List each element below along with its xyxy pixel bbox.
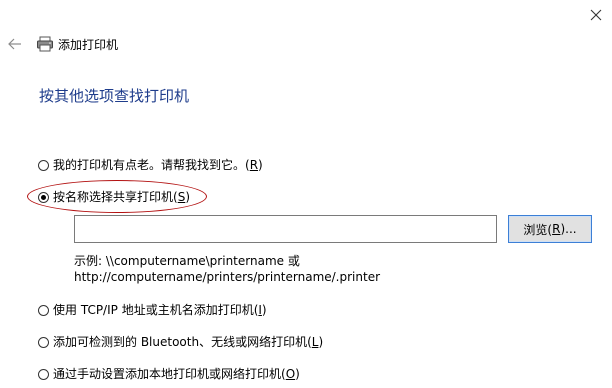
page-heading: 按其他选项查找打印机: [39, 87, 190, 105]
radio-manual-local[interactable]: [38, 368, 49, 380]
option-manual-local-label: 通过手动设置添加本地打印机或网络打印机(O): [53, 367, 300, 381]
browse-button[interactable]: 浏览(R)...: [508, 215, 592, 243]
option-shared-printer-by-name[interactable]: 按名称选择共享打印机(S): [38, 189, 190, 205]
radio-bluetooth-wireless[interactable]: [38, 336, 49, 348]
radio-tcpip[interactable]: [38, 304, 49, 316]
option-old-printer[interactable]: 我的打印机有点老。请帮我找到它。(R): [38, 157, 263, 173]
window-title: 添加打印机: [58, 38, 119, 52]
example-line-2: http://computername/printers/printername…: [74, 270, 381, 284]
radio-shared-printer-by-name[interactable]: [38, 191, 49, 203]
back-button[interactable]: [6, 36, 24, 52]
example-path-text: 示例: \\computername\printername 或 http://…: [74, 253, 380, 285]
option-bluetooth-label: 添加可检测到的 Bluetooth、无线或网络打印机(L): [53, 335, 324, 349]
printer-icon: [37, 36, 53, 52]
close-button[interactable]: [580, 0, 612, 30]
option-tcpip[interactable]: 使用 TCP/IP 地址或主机名添加打印机(I): [38, 302, 267, 318]
example-line-1: 示例: \\computername\printername 或: [74, 254, 300, 268]
printer-path-input[interactable]: [74, 215, 497, 243]
option-bluetooth-wireless[interactable]: 添加可检测到的 Bluetooth、无线或网络打印机(L): [38, 334, 323, 350]
radio-selected-dot: [41, 194, 46, 200]
add-printer-window: 添加打印机 按其他选项查找打印机 我的打印机有点老。请帮我找到它。(R) 按名称…: [0, 0, 612, 388]
option-manual-local[interactable]: 通过手动设置添加本地打印机或网络打印机(O): [38, 366, 300, 382]
close-icon: [590, 9, 602, 21]
back-arrow-icon: [8, 38, 21, 50]
option-shared-printer-label: 按名称选择共享打印机(S): [53, 190, 190, 204]
radio-old-printer[interactable]: [38, 159, 49, 171]
option-old-printer-label: 我的打印机有点老。请帮我找到它。(R): [53, 158, 263, 172]
option-tcpip-label: 使用 TCP/IP 地址或主机名添加打印机(I): [53, 303, 267, 317]
